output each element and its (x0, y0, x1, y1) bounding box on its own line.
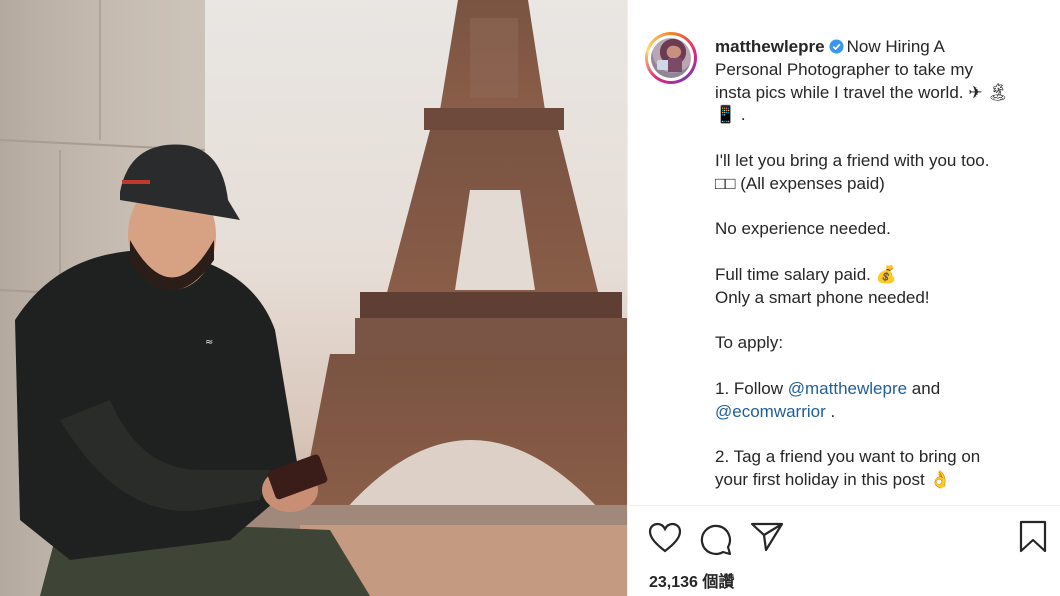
caption-line: Only a smart phone needed! (715, 287, 930, 307)
caption-paragraph-4: Full time salary paid. 💰 Only a smart ph… (715, 264, 1035, 310)
caption-line: . (825, 401, 836, 421)
caption-line: Now Hiring A (846, 37, 945, 56)
caption-paragraph-3: No experience needed. (715, 218, 1035, 241)
caption-paragraph-1: matthewlepre Now Hiring A Personal Photog… (715, 36, 1035, 127)
caption-area[interactable]: matthewlepre Now Hiring A Personal Photog… (628, 0, 1060, 506)
heart-icon[interactable] (648, 522, 682, 554)
caption-line: I'll let you bring a friend with you too… (715, 150, 990, 170)
svg-text:≈: ≈ (205, 337, 213, 348)
caption-line: 2. Tag a friend you want to bring on (715, 447, 981, 467)
avatar[interactable] (651, 38, 691, 78)
post-photo[interactable]: ≈ (0, 0, 627, 596)
post-sidebar: matthewlepre Now Hiring A Personal Photog… (627, 0, 1060, 596)
photo-illustration: ≈ (0, 0, 627, 596)
caption-line: Full time salary paid. 💰 (715, 264, 897, 284)
caption-line: your first holiday in this post 👌 (715, 470, 951, 490)
instagram-post: ≈ matthewlepre Now Hiring A Personal Pho… (0, 0, 1060, 596)
like-count[interactable]: 23,136 個讚 (649, 568, 734, 592)
bookmark-icon[interactable] (1018, 520, 1048, 554)
caption-line: No experience needed. (715, 219, 891, 239)
caption-line: □□ (All expenses paid) (715, 173, 885, 193)
post-caption: matthewlepre Now Hiring A Personal Photog… (715, 36, 1035, 505)
caption-line: insta pics while I travel the world. ✈ 🏝 (715, 82, 1009, 102)
mention-link[interactable]: @ecomwarrior (715, 402, 826, 421)
share-icon[interactable] (750, 521, 784, 553)
mention-link[interactable]: @matthewlepre (788, 379, 907, 398)
caption-line: and (907, 378, 941, 398)
caption-paragraph-2: I'll let you bring a friend with you too… (715, 150, 1035, 196)
caption-line: Personal Photographer to take my (715, 59, 973, 79)
caption-line: To apply: (715, 333, 784, 353)
caption-paragraph-5: To apply: (715, 332, 1035, 355)
caption-paragraph-6: 1. Follow @matthewlepre and @ecomwarrior… (715, 378, 1035, 424)
comment-icon[interactable] (699, 522, 733, 556)
avatar-story-ring[interactable] (645, 32, 697, 84)
caption-line: 1. Follow (715, 378, 788, 398)
verified-badge-icon (829, 39, 844, 54)
caption-paragraph-7: 2. Tag a friend you want to bring on you… (715, 446, 1035, 492)
caption-line: 📱 . (715, 105, 746, 125)
username-link[interactable]: matthewlepre (715, 37, 825, 56)
